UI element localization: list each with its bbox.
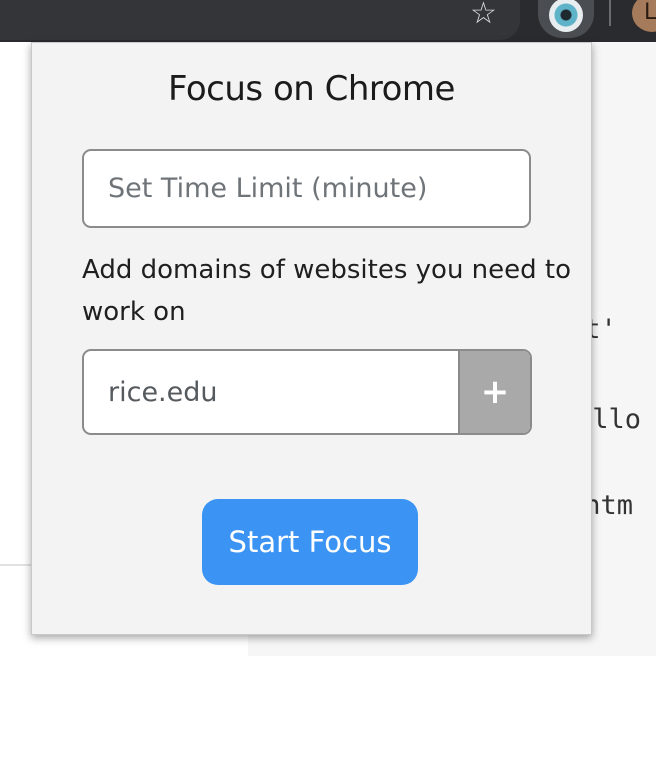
- plus-icon: +: [480, 372, 510, 412]
- extension-popup: Focus on Chrome Add domains of websites …: [31, 42, 592, 635]
- domain-input-group: +: [82, 349, 532, 435]
- domain-input[interactable]: [84, 351, 460, 433]
- add-domain-button[interactable]: +: [458, 351, 530, 433]
- start-focus-button[interactable]: Start Focus: [202, 499, 418, 585]
- address-bar[interactable]: [0, 0, 520, 40]
- browser-toolbar: ☆ L: [0, 0, 656, 42]
- domains-label: Add domains of websites you need to work…: [82, 255, 572, 327]
- toolbar-separator: [609, 0, 611, 26]
- time-limit-input[interactable]: [82, 149, 531, 228]
- bookmark-star-icon[interactable]: ☆: [470, 0, 497, 31]
- profile-avatar[interactable]: L: [632, 0, 656, 32]
- popup-title: Focus on Chrome: [168, 69, 455, 109]
